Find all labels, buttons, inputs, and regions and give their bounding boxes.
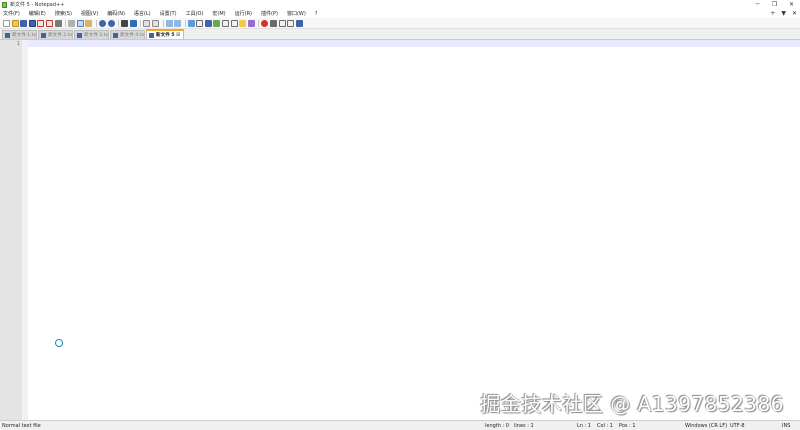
toolbar-separator (258, 19, 260, 27)
sync-vertical-icon[interactable] (165, 19, 173, 27)
toolbar-separator (140, 19, 142, 27)
tab-label: 新文件 5 ☒ (156, 33, 181, 38)
monitoring-icon[interactable] (247, 19, 255, 27)
zoom-in-icon[interactable] (143, 19, 151, 27)
menu-view[interactable]: 视图(V) (81, 10, 98, 17)
status-ln: Ln : 1 (577, 423, 591, 429)
toolbar-separator (184, 19, 186, 27)
paste-icon[interactable] (85, 19, 93, 27)
record-macro-icon[interactable] (261, 19, 269, 27)
cut-icon[interactable] (68, 19, 76, 27)
window-title: 新文件 5 - Notepad++ (10, 2, 65, 8)
status-insert-mode[interactable]: INS (782, 423, 790, 429)
menu-edit[interactable]: 编辑(E) (29, 10, 46, 17)
tab-label: 新文件 1.txt (12, 33, 36, 38)
menu-run[interactable]: 运行(R) (235, 10, 252, 17)
tab-new-file-2[interactable]: 新文件 2.txt (38, 30, 73, 39)
watermark: 掘金技术社区 @ A1397852386 (480, 392, 784, 416)
menu-settings[interactable]: 设置(T) (160, 10, 177, 17)
toolbar-separator (65, 19, 67, 27)
menu-file[interactable]: 文件(F) (3, 10, 20, 17)
maximize-button[interactable]: ❐ (766, 0, 783, 9)
status-length: length : 0 (485, 423, 509, 429)
menu-tools[interactable]: 工具(O) (186, 10, 204, 17)
notepad-app-icon[interactable] (2, 1, 7, 8)
find-icon[interactable] (121, 19, 129, 27)
menu-help[interactable]: ? (315, 11, 318, 17)
status-lines: lines : 1 (514, 423, 534, 429)
tab-new-file-1[interactable]: 新文件 1.txt (2, 30, 37, 39)
stop-recording-icon[interactable] (270, 19, 278, 27)
status-pos: Pos : 1 (619, 423, 636, 429)
menu-window[interactable]: 窗口(W) (287, 10, 306, 17)
tab-new-file-5[interactable]: 新文件 5 ☒ (146, 29, 184, 39)
current-line-highlight[interactable] (28, 40, 800, 47)
file-icon (113, 32, 118, 38)
tab-label: 新文件 3.txt (84, 33, 108, 38)
tab-list-button[interactable]: ▼ (781, 10, 786, 17)
user-defined-language-icon[interactable] (213, 19, 221, 27)
title-bar: 新文件 5 - Notepad++ ─ ❐ ✕ (0, 0, 800, 9)
close-document-button[interactable]: ✕ (792, 10, 797, 17)
menu-right-controls: + ▼ ✕ (764, 9, 797, 18)
file-icon (77, 32, 82, 38)
open-file-icon[interactable] (11, 19, 19, 27)
save-icon[interactable] (20, 19, 28, 27)
file-icon (5, 32, 10, 38)
indent-guide-icon[interactable] (204, 19, 212, 27)
toolbar-separator (118, 19, 120, 27)
playback-macro-icon[interactable] (278, 19, 286, 27)
save-macro-icon[interactable] (295, 19, 303, 27)
close-all-icon[interactable] (45, 19, 53, 27)
line-number: 1 (16, 41, 20, 47)
file-icon (41, 32, 46, 38)
undo-icon[interactable] (98, 19, 106, 27)
function-list-icon[interactable] (230, 19, 238, 27)
tab-label: 新文件 4.txt (120, 33, 144, 38)
new-file-icon[interactable] (3, 19, 10, 27)
tab-new-file-4[interactable]: 新文件 4.txt (110, 30, 145, 39)
save-all-icon[interactable] (28, 19, 36, 27)
status-col: Col : 1 (597, 423, 613, 429)
menu-language[interactable]: 语言(L) (134, 10, 151, 17)
menu-macro[interactable]: 宏(M) (212, 10, 225, 17)
status-file-type: Normal text file (2, 423, 41, 429)
tab-new-file-3[interactable]: 新文件 3.txt (74, 30, 109, 39)
toolbar-separator (162, 19, 164, 27)
tab-bar: 新文件 1.txt 新文件 2.txt 新文件 3.txt 新文件 4.txt … (0, 29, 800, 40)
text-editor-area[interactable] (28, 47, 800, 420)
zoom-out-icon[interactable] (151, 19, 159, 27)
sync-horizontal-icon[interactable] (174, 19, 182, 27)
print-icon[interactable] (54, 19, 62, 27)
status-bar: Normal text file length : 0 lines : 1 Ln… (0, 420, 800, 430)
file-icon (149, 32, 154, 38)
menu-bar: 文件(F) 编辑(E) 搜索(S) 视图(V) 编码(N) 语言(L) 设置(T… (0, 9, 800, 18)
document-map-icon[interactable] (222, 19, 230, 27)
menu-encoding[interactable]: 编码(N) (107, 10, 125, 17)
folder-as-workspace-icon[interactable] (239, 19, 247, 27)
toolbar (0, 18, 800, 29)
status-eol[interactable]: Windows (CR LF) (685, 423, 727, 429)
run-macro-multiple-icon[interactable] (287, 19, 295, 27)
window-controls: ─ ❐ ✕ (749, 0, 800, 9)
replace-icon[interactable] (129, 19, 137, 27)
status-encoding[interactable]: UTF-8 (730, 423, 745, 429)
add-tab-button[interactable]: + (770, 10, 775, 17)
toolbar-separator (95, 19, 97, 27)
copy-icon[interactable] (76, 19, 84, 27)
minimize-button[interactable]: ─ (749, 0, 766, 9)
busy-cursor-icon (55, 339, 63, 347)
word-wrap-icon[interactable] (187, 19, 195, 27)
show-all-characters-icon[interactable] (196, 19, 204, 27)
close-button[interactable]: ✕ (783, 0, 800, 9)
close-icon[interactable] (37, 19, 45, 27)
menu-plugins[interactable]: 插件(P) (261, 10, 278, 17)
redo-icon[interactable] (107, 19, 115, 27)
tab-label: 新文件 2.txt (48, 33, 72, 38)
menu-search[interactable]: 搜索(S) (55, 10, 72, 17)
